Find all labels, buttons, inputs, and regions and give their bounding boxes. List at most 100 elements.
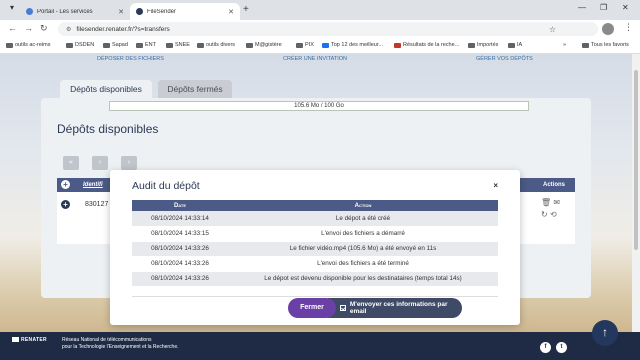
page-icon bbox=[394, 42, 401, 48]
expand-row-icon[interactable]: + bbox=[61, 200, 70, 209]
panel-title: Dépôts disponibles bbox=[57, 122, 159, 136]
footer-text: Réseau National de télécommunications po… bbox=[62, 337, 179, 350]
filesender-favicon-icon bbox=[136, 8, 143, 15]
close-icon[interactable]: × bbox=[493, 181, 498, 190]
reload-icon[interactable]: ↻ bbox=[40, 23, 48, 34]
scrollbar-thumb[interactable] bbox=[634, 70, 638, 250]
close-window-icon[interactable]: ✕ bbox=[622, 3, 629, 12]
tab-closed-deposits[interactable]: Dépôts fermés bbox=[158, 80, 232, 98]
row-action: Le dépot est devenu disponible pour les … bbox=[228, 271, 498, 287]
portail-favicon-icon bbox=[26, 8, 33, 15]
bookmark-folder[interactable]: outils divers bbox=[197, 42, 235, 48]
row-date: 08/10/2024 14:33:26 bbox=[132, 271, 228, 287]
bookmark-folder[interactable]: Importés bbox=[468, 42, 498, 48]
table-row: 08/10/2024 14:33:26 Le dépot est devenu … bbox=[132, 271, 498, 287]
expand-all-icon[interactable]: + bbox=[61, 180, 70, 189]
next-page-button[interactable]: › bbox=[121, 156, 137, 170]
site-info-icon[interactable]: ⚙ bbox=[66, 26, 71, 33]
audit-dialog-title: Audit du dépôt bbox=[132, 180, 200, 192]
nav-deposit-link[interactable]: DÉPOSER DES FICHIERS bbox=[97, 56, 164, 62]
checkbox-icon[interactable] bbox=[340, 305, 346, 311]
folder-icon bbox=[66, 42, 73, 48]
audit-table: Date Action 08/10/2024 14:33:14 Le dépot… bbox=[132, 200, 498, 287]
url-text: filesender.renater.fr/?s=transfers bbox=[76, 25, 170, 33]
new-tab-button[interactable]: + bbox=[243, 4, 249, 15]
delete-icon[interactable]: 🗑 bbox=[541, 198, 551, 207]
bookmark-link[interactable]: Résultats de la reche... bbox=[394, 42, 459, 48]
browser-menu-icon[interactable]: ⋮ bbox=[624, 22, 633, 33]
extend-icon[interactable]: ↻ bbox=[541, 210, 548, 219]
col-action: Action bbox=[228, 200, 498, 211]
bookmark-label: PIX bbox=[305, 42, 314, 48]
send-email-button[interactable]: M'envoyer ces informations par email bbox=[328, 298, 462, 318]
bookmark-folder[interactable]: DSDEN bbox=[66, 42, 94, 48]
folder-icon bbox=[246, 42, 253, 48]
all-favorites[interactable]: Tous les favoris bbox=[582, 42, 629, 48]
bookmarks-overflow-button[interactable]: » bbox=[563, 42, 566, 48]
fermer-button[interactable]: Fermer bbox=[288, 298, 336, 318]
folder-icon bbox=[103, 42, 110, 48]
bookmark-link[interactable]: Top 12 des meilleur... bbox=[322, 42, 383, 48]
footer-line: pour la Technologie l'Enseignement et la… bbox=[62, 343, 179, 350]
tab-available-deposits[interactable]: Dépôts disponibles bbox=[60, 80, 152, 98]
renater-logo: RENATER bbox=[12, 337, 47, 343]
page-icon bbox=[322, 42, 329, 48]
deposit-id: 830127 bbox=[85, 201, 109, 208]
nav-invite-link[interactable]: CRÉER UNE INVITATION bbox=[283, 56, 347, 62]
footer: RENATER Réseau National de télécommunica… bbox=[0, 332, 640, 360]
bookmark-folder[interactable]: outils ac-reims bbox=[6, 42, 50, 48]
col-identifier[interactable]: Identifi bbox=[83, 182, 103, 188]
audit-history-icon[interactable]: ⟲ bbox=[550, 210, 557, 219]
tab-title: Portail - Les services bbox=[37, 8, 93, 15]
row-actions: 🗑 ✉ bbox=[541, 198, 560, 207]
bookmark-label: M@gistère bbox=[255, 42, 282, 48]
first-page-button[interactable]: « bbox=[63, 156, 79, 170]
folder-icon bbox=[136, 42, 143, 48]
bookmark-folder[interactable]: IA bbox=[508, 42, 522, 48]
close-tab-icon[interactable]: ✕ bbox=[118, 8, 124, 16]
close-tab-icon[interactable]: ✕ bbox=[228, 8, 234, 16]
send-email-label: M'envoyer ces informations par email bbox=[349, 301, 448, 315]
divider bbox=[132, 296, 498, 297]
row-action: L'envoi des fichiers a démarré bbox=[228, 226, 498, 242]
facebook-icon[interactable]: f bbox=[540, 342, 551, 353]
bookmark-folder[interactable]: SNEE bbox=[166, 42, 190, 48]
twitter-icon[interactable]: t bbox=[556, 342, 567, 353]
bookmark-folder[interactable]: PIX bbox=[296, 42, 314, 48]
quota-bar: 105.6 Mo / 100 Go bbox=[109, 101, 529, 111]
bookmark-label: IA bbox=[517, 42, 523, 48]
folder-icon bbox=[166, 42, 173, 48]
bookmark-star-icon[interactable]: ☆ bbox=[549, 25, 556, 34]
table-row: 08/10/2024 14:33:26 Le fichier vidéo.mp4… bbox=[132, 241, 498, 257]
tab-title: FileSender bbox=[147, 8, 177, 15]
bookmark-label: Résultats de la reche... bbox=[403, 42, 460, 48]
forward-icon[interactable]: → bbox=[24, 23, 33, 33]
arrow-up-icon: ↑ bbox=[602, 325, 608, 339]
bookmark-folder[interactable]: Sapad bbox=[103, 42, 128, 48]
maximize-icon[interactable]: ❐ bbox=[600, 3, 607, 12]
browser-tab-filesender[interactable]: FileSender ✕ bbox=[130, 3, 240, 20]
audit-dialog: Audit du dépôt × Date Action 08/10/2024 … bbox=[110, 170, 520, 325]
profile-avatar[interactable] bbox=[602, 23, 614, 35]
browser-tab-portail[interactable]: Portail - Les services ✕ bbox=[20, 3, 130, 20]
scroll-to-top-button[interactable]: ↑ bbox=[592, 320, 618, 346]
col-actions: Actions bbox=[542, 182, 565, 188]
url-field[interactable]: ⚙ filesender.renater.fr/?s=transfers ☆ bbox=[58, 22, 598, 36]
tab-search-icon[interactable]: ▾ bbox=[10, 3, 14, 12]
bookmarks-bar: outils ac-reims DSDEN Sapad ENT SNEE out… bbox=[0, 38, 640, 54]
nav-manage-link[interactable]: GÉRER VOS DÉPÔTS bbox=[476, 56, 533, 62]
back-icon[interactable]: ← bbox=[8, 23, 17, 33]
bookmark-label: Importés bbox=[477, 42, 499, 48]
bookmark-label: Sapad bbox=[112, 42, 128, 48]
bookmark-label: Top 12 des meilleur... bbox=[331, 42, 383, 48]
browser-tab-bar: Portail - Les services ✕ FileSender ✕ + … bbox=[0, 0, 640, 20]
bookmark-folder[interactable]: M@gistère bbox=[246, 42, 282, 48]
row-action: Le fichier vidéo.mp4 (105.6 Mo) a été en… bbox=[228, 241, 498, 257]
audit-table-header: Date Action bbox=[132, 200, 498, 211]
minimize-icon[interactable]: — bbox=[578, 3, 586, 12]
bookmark-folder[interactable]: ENT bbox=[136, 42, 156, 48]
prev-page-button[interactable]: ‹ bbox=[92, 156, 108, 170]
folder-icon bbox=[508, 42, 515, 48]
folder-icon bbox=[582, 42, 589, 48]
email-icon[interactable]: ✉ bbox=[553, 198, 560, 207]
